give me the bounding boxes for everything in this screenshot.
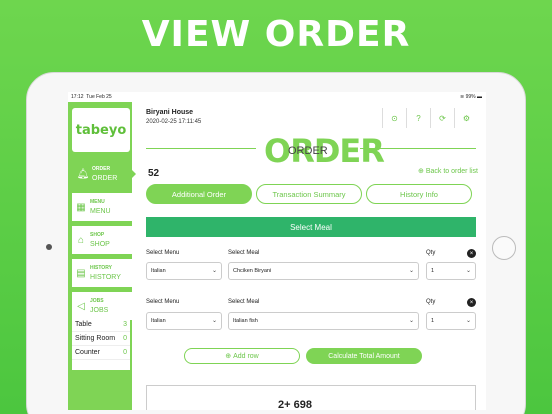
megaphone-icon: ◁ — [77, 300, 85, 312]
battery-text: 99% — [465, 94, 476, 100]
active-indicator — [132, 170, 136, 178]
settings-icon[interactable]: ⚙︎ — [454, 108, 478, 128]
app-screen: 17:12 Tue Feb 25 ≋ 99% ▬ tabeyo 🔔︎ ORDER… — [68, 92, 486, 410]
status-bar: 17:12 Tue Feb 25 ≋ 99% ▬ — [68, 92, 486, 102]
sidebar-item-label: HISTORY — [90, 274, 121, 281]
select-menu-label: Select Menu — [146, 299, 180, 305]
sidebar-item-small: JOBS — [90, 298, 104, 304]
seat-counts: Table 3 Sitting Room 0 Counter 0 — [72, 318, 130, 370]
sidebar-item-small: HISTORY — [90, 265, 112, 271]
chevron-down-icon: ⌄ — [211, 268, 217, 274]
sidebar-item-label: SHOP — [90, 241, 110, 248]
remove-row-icon[interactable]: × — [467, 249, 476, 258]
qty-label: Qty — [426, 299, 436, 305]
sidebar-item-shop[interactable]: ⌂ SHOP SHOP — [72, 226, 132, 254]
sidebar-item-order[interactable]: 🔔︎ ORDER ORDER — [72, 160, 132, 188]
sidebar-item-small: ORDER — [92, 166, 111, 172]
total-amount: 2+ 698 — [278, 399, 312, 410]
main-content: Biryani House 2020-02-25 17:11:45 ⊙ ? ⟳ … — [138, 102, 486, 410]
sidebar-item-small: MENU — [90, 199, 105, 205]
sidebar-item-label: MENU — [90, 208, 111, 215]
home-button[interactable] — [492, 236, 516, 260]
refresh-icon[interactable]: ⟳ — [430, 108, 454, 128]
grid-icon: ▦ — [76, 201, 86, 213]
meal-select[interactable]: Italian fish ⌄ — [228, 312, 419, 330]
clipboard-icon: ▤ — [76, 267, 86, 279]
tab-additional-order[interactable]: Additional Order — [146, 184, 252, 204]
menu-select[interactable]: Italian ⌄ — [146, 262, 222, 280]
status-date: Tue Feb 25 — [86, 94, 112, 100]
status-time: 17:12 — [71, 94, 84, 100]
count-row-sitting-room: Sitting Room 0 — [72, 332, 130, 346]
tab-history-info[interactable]: History Info — [366, 184, 472, 204]
sidebar-item-menu[interactable]: ▦ MENU MENU — [72, 193, 132, 221]
add-row-button[interactable]: ⊕ Add row — [184, 348, 300, 364]
order-number: 52 — [148, 168, 160, 179]
shop-icon: ⌂ — [77, 234, 85, 246]
sidebar-item-small: SHOP — [90, 232, 105, 238]
select-meal-label: Select Meal — [228, 250, 260, 256]
chevron-down-icon: ⌄ — [211, 318, 217, 324]
wifi-icon: ≋ — [460, 94, 465, 100]
sidebar: tabeyo 🔔︎ ORDER ORDER ▦ MENU MENU ⌂ SHOP… — [68, 102, 132, 410]
camera-dot — [46, 244, 52, 250]
chevron-down-icon: ⌄ — [408, 268, 414, 274]
back-to-order-list-link[interactable]: ⊕ Back to order list — [418, 167, 478, 175]
logo: tabeyo — [72, 108, 130, 152]
meal-select[interactable]: Chciken Biryani ⌄ — [228, 262, 419, 280]
sidebar-item-label: ORDER — [92, 175, 118, 182]
order-datetime: 2020-02-25 17:11:45 — [146, 119, 202, 125]
bell-icon: 🔔︎ — [76, 168, 90, 180]
order-tabs: Additional Order Transaction Summary His… — [146, 184, 472, 204]
chevron-down-icon: ⌄ — [408, 318, 414, 324]
chevron-down-icon: ⌄ — [465, 268, 471, 274]
qty-select[interactable]: 1 ⌄ — [426, 262, 476, 280]
plus-circle-icon: ⊕ — [225, 353, 232, 360]
restaurant-name: Biryani House — [146, 109, 194, 116]
select-meal-label: Select Meal — [228, 299, 260, 305]
qty-select[interactable]: 1 ⌄ — [426, 312, 476, 330]
remove-row-icon[interactable]: × — [467, 298, 476, 307]
sidebar-item-jobs[interactable]: ◁ JOBS JOBS — [72, 292, 132, 320]
title-divider-left — [146, 148, 256, 149]
count-row-table: Table 3 — [72, 318, 130, 332]
arrow-circle-icon: ⊕ — [418, 168, 424, 175]
select-menu-label: Select Menu — [146, 250, 180, 256]
count-row-counter: Counter 0 — [72, 346, 130, 360]
menu-select[interactable]: Italian ⌄ — [146, 312, 222, 330]
download-icon[interactable]: ⊙ — [382, 108, 406, 128]
select-meal-button[interactable]: Select Meal — [146, 217, 476, 237]
battery-icon: ▬ — [477, 94, 482, 100]
chevron-down-icon: ⌄ — [465, 318, 471, 324]
sidebar-item-history[interactable]: ▤ HISTORY HISTORY — [72, 259, 132, 287]
qty-label: Qty — [426, 250, 436, 256]
sidebar-item-label: JOBS — [90, 307, 109, 314]
hero-title: VIEW ORDER — [141, 14, 411, 55]
help-icon[interactable]: ? — [406, 108, 430, 128]
page-subtitle: ORDER — [288, 145, 328, 157]
top-toolbar: ⊙ ? ⟳ ⚙︎ — [382, 108, 478, 128]
calculate-total-button[interactable]: Calculate Total Amount — [306, 348, 422, 364]
tab-transaction-summary[interactable]: Transaction Summary — [256, 184, 362, 204]
